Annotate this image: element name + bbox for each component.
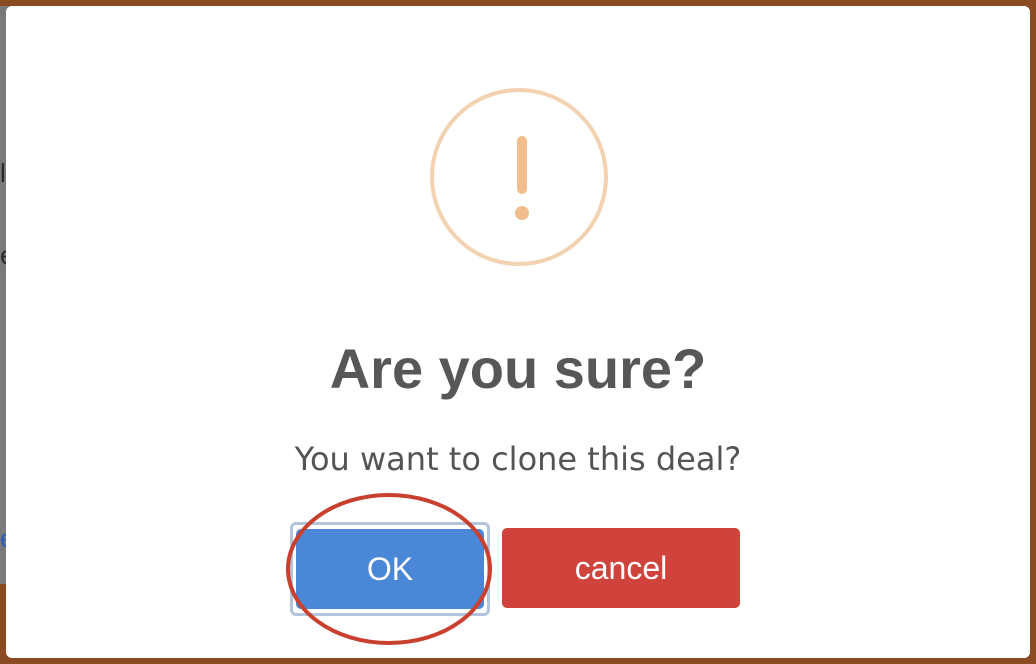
exclamation-line <box>517 136 527 194</box>
ok-button[interactable]: OK <box>296 529 484 609</box>
confirm-dialog: Are you sure? You want to clone this dea… <box>6 6 1030 658</box>
dialog-message: You want to clone this deal? <box>294 440 742 478</box>
warning-exclamation-icon <box>430 88 608 266</box>
exclamation-dot <box>515 206 529 220</box>
cancel-button[interactable]: cancel <box>502 528 740 608</box>
dialog-title: Are you sure? <box>329 337 707 400</box>
